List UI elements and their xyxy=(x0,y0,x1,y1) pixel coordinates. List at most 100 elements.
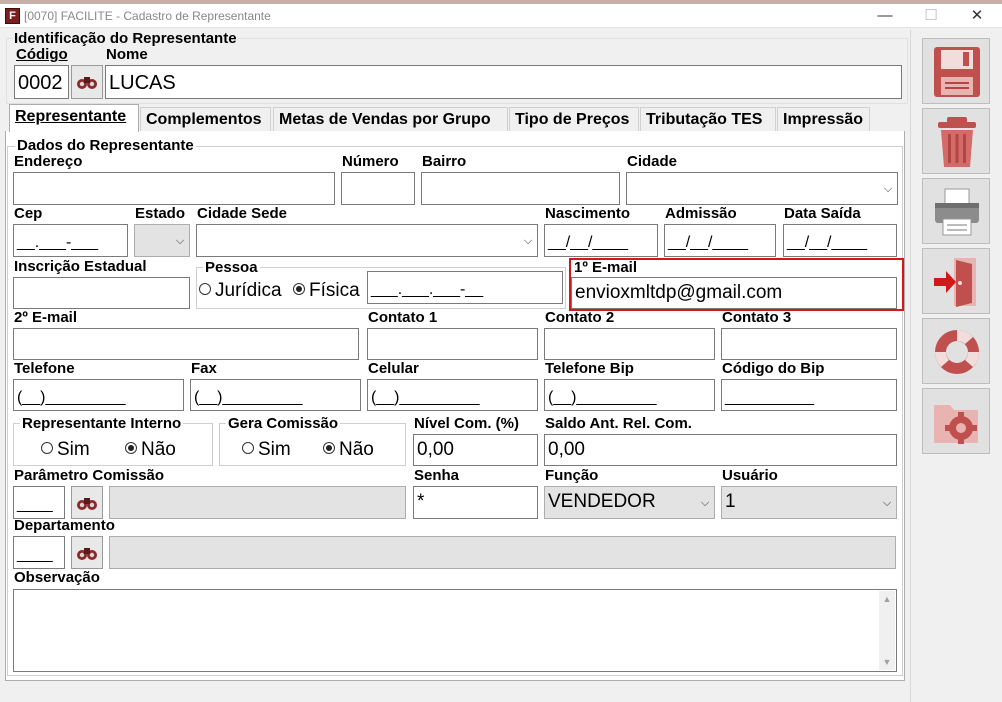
delete-button[interactable] xyxy=(922,108,990,174)
scroll-up-icon[interactable]: ▲ xyxy=(879,591,895,607)
numero-field[interactable] xyxy=(341,172,415,205)
minimize-button[interactable]: — xyxy=(862,4,908,28)
celular-field[interactable]: (__)_________ xyxy=(367,379,538,411)
saldo-ant-label: Saldo Ant. Rel. Com. xyxy=(545,415,692,432)
cep-field[interactable]: __.___-___ xyxy=(13,224,128,257)
inscricao-field[interactable] xyxy=(13,277,190,309)
observacao-scrollbar[interactable]: ▲ ▼ xyxy=(879,591,895,670)
radio-label: Jurídica xyxy=(215,280,282,301)
parametro-comissao-desc-field xyxy=(109,486,406,519)
folder-gear-icon xyxy=(934,405,978,444)
estado-select[interactable]: ⌵ xyxy=(134,224,190,257)
nome-field[interactable]: LUCAS xyxy=(105,65,902,99)
tab-complementos[interactable]: Complementos xyxy=(140,107,271,132)
parametro-comissao-label: Parâmetro Comissão xyxy=(14,467,165,484)
chevron-down-icon: ⌵ xyxy=(700,496,710,509)
identificacao-group-title: Identificação do Representante xyxy=(13,30,238,47)
tab-representante[interactable]: Representante xyxy=(9,104,139,132)
rep-interno-nao-radio[interactable]: Não xyxy=(125,439,176,461)
scroll-down-icon[interactable]: ▼ xyxy=(879,654,895,670)
lifebuoy-icon xyxy=(935,330,979,374)
admissao-label: Admissão xyxy=(665,205,737,222)
tab-label: Tributação TES xyxy=(646,111,763,128)
close-button[interactable]: ✕ xyxy=(954,4,1000,28)
telefone-bip-field[interactable]: (__)_________ xyxy=(544,379,715,411)
fax-field[interactable]: (__)_________ xyxy=(190,379,361,411)
cidade-select[interactable]: ⌵ xyxy=(626,172,898,205)
observacao-textarea[interactable]: ▲ ▼ xyxy=(13,589,897,672)
data-saida-field[interactable]: __/__/____ xyxy=(783,224,897,257)
binoculars-icon xyxy=(77,497,97,510)
chevron-down-icon: ⌵ xyxy=(882,496,892,509)
nivel-com-label: Nível Com. (%) xyxy=(414,415,520,432)
telefone-bip-label: Telefone Bip xyxy=(545,360,634,377)
codigo-search-button[interactable] xyxy=(71,65,103,99)
codigo-label: Código xyxy=(16,46,68,63)
cidade-label: Cidade xyxy=(627,153,678,170)
nascimento-label: Nascimento xyxy=(545,205,631,222)
gera-comissao-nao-radio[interactable]: Não xyxy=(323,439,374,461)
print-button[interactable] xyxy=(922,178,990,244)
cpf-field[interactable]: ___.___.___-__ xyxy=(367,271,563,304)
nome-label: Nome xyxy=(106,46,148,63)
saldo-ant-field[interactable]: 0,00 xyxy=(544,434,897,466)
help-button[interactable] xyxy=(922,318,990,384)
funcao-select[interactable]: VENDEDOR ⌵ xyxy=(544,486,715,519)
endereco-label: Endereço xyxy=(14,153,83,170)
contato3-field[interactable] xyxy=(721,328,897,360)
tab-tipo-de-precos[interactable]: Tipo de Preços xyxy=(509,107,639,132)
binoculars-icon xyxy=(77,547,97,560)
tab-label: Representante xyxy=(15,108,127,125)
bairro-label: Bairro xyxy=(422,153,467,170)
chevron-down-icon: ⌵ xyxy=(883,182,893,195)
window-title: [0070] FACILITE - Cadastro de Representa… xyxy=(24,9,271,23)
facilite-app-icon[interactable]: F xyxy=(5,8,20,24)
maximize-button[interactable]: ☐ xyxy=(908,4,954,28)
senha-field[interactable]: * xyxy=(413,486,538,519)
telefone-label: Telefone xyxy=(14,360,75,377)
tab-tributacao-tes[interactable]: Tributação TES xyxy=(640,107,776,132)
rep-interno-sim-radio[interactable]: Sim xyxy=(41,439,90,461)
codigo-field[interactable]: 0002 xyxy=(14,65,69,99)
radio-on-icon xyxy=(323,442,335,455)
usuario-label: Usuário xyxy=(722,467,778,484)
numero-label: Número xyxy=(342,153,399,170)
gera-comissao-sim-radio[interactable]: Sim xyxy=(242,439,291,461)
tab-label: Metas de Vendas por Grupo xyxy=(279,111,491,128)
radio-off-icon xyxy=(41,442,53,455)
admissao-field[interactable]: __/__/____ xyxy=(664,224,776,257)
contato2-field[interactable] xyxy=(544,328,715,360)
bairro-field[interactable] xyxy=(421,172,620,205)
tab-metas-de-vendas[interactable]: Metas de Vendas por Grupo xyxy=(273,107,508,132)
nascimento-field[interactable]: __/__/____ xyxy=(544,224,658,257)
radio-label: Sim xyxy=(258,439,291,460)
tab-impressao[interactable]: Impressão xyxy=(777,107,870,132)
save-button[interactable] xyxy=(922,38,990,104)
departamento-code-field[interactable]: ____ xyxy=(13,536,65,569)
cidade-sede-select[interactable]: ⌵ xyxy=(196,224,538,257)
codigo-bip-field[interactable]: __________ xyxy=(721,379,897,411)
usuario-value: 1 xyxy=(725,491,736,512)
contato1-field[interactable] xyxy=(367,328,538,360)
pessoa-fisica-radio[interactable]: Física xyxy=(293,280,360,302)
printer-icon xyxy=(935,188,979,236)
exit-button[interactable] xyxy=(922,248,990,314)
fax-label: Fax xyxy=(191,360,217,377)
settings-button[interactable] xyxy=(922,388,990,454)
nivel-com-field[interactable]: 0,00 xyxy=(413,434,538,466)
radio-off-icon xyxy=(199,283,211,296)
radio-label: Sim xyxy=(57,439,90,460)
inscricao-label: Inscrição Estadual xyxy=(14,258,147,275)
radio-label: Não xyxy=(339,439,374,460)
cidade-sede-label: Cidade Sede xyxy=(197,205,288,222)
endereco-field[interactable] xyxy=(13,172,335,205)
telefone-field[interactable]: (__)_________ xyxy=(13,379,184,411)
pessoa-juridica-radio[interactable]: Jurídica xyxy=(199,280,282,302)
parametro-comissao-search-button[interactable] xyxy=(71,486,103,519)
parametro-comissao-code-field[interactable]: ____ xyxy=(13,486,65,519)
departamento-label: Departamento xyxy=(14,517,115,534)
email2-field[interactable] xyxy=(13,328,359,360)
departamento-search-button[interactable] xyxy=(71,536,103,569)
usuario-select[interactable]: 1 ⌵ xyxy=(721,486,897,519)
exit-door-icon xyxy=(934,258,976,307)
